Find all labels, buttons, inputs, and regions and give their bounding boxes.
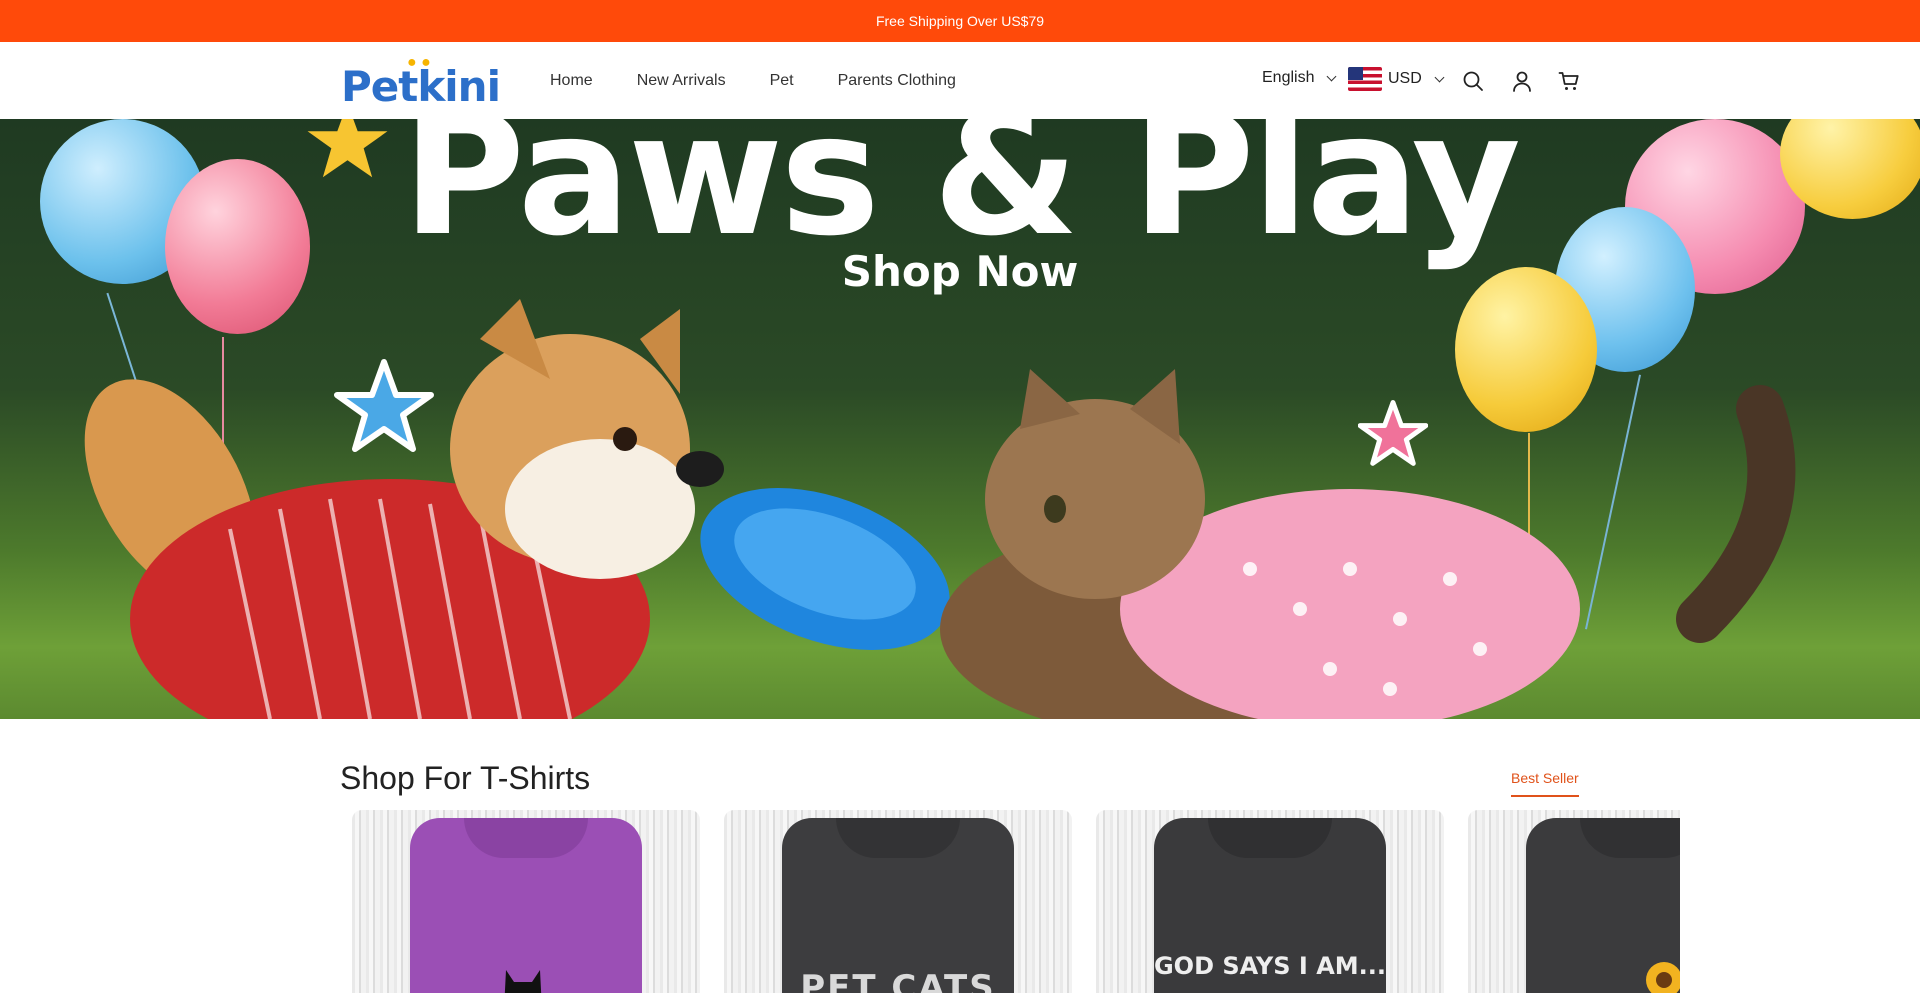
- nav-parents-clothing[interactable]: Parents Clothing: [838, 72, 956, 90]
- announcement-text: Free Shipping Over US$79: [875, 13, 1045, 29]
- cat-illustration: [940, 369, 1796, 719]
- account-icon[interactable]: [1511, 70, 1533, 92]
- site-header: ● ● Petkini Home New Arrivals Pet Parent…: [0, 42, 1920, 119]
- product-card[interactable]: PET CATS: [724, 810, 1072, 993]
- chevron-down-icon: [1327, 71, 1337, 81]
- tshirt-print-text: GOD SAYS I AM...: [1153, 952, 1387, 980]
- hero-title: Paws & Play: [401, 119, 1521, 273]
- sunflower-print-icon: [1646, 962, 1680, 993]
- us-flag-icon: [1348, 67, 1382, 91]
- cart-icon[interactable]: [1558, 70, 1580, 92]
- currency-selector[interactable]: USD: [1348, 67, 1445, 91]
- main-nav: Home New Arrivals Pet Parents Clothing: [550, 42, 1000, 119]
- product-card[interactable]: [352, 810, 700, 993]
- nav-pet[interactable]: Pet: [770, 72, 794, 90]
- search-icon[interactable]: [1462, 70, 1484, 92]
- cat-print-icon: [504, 970, 542, 993]
- logo-text: Petkini: [341, 62, 501, 111]
- section-title: Shop For T-Shirts: [340, 760, 591, 796]
- shop-now-link[interactable]: Shop Now: [0, 247, 1920, 296]
- chevron-down-icon: [1434, 72, 1445, 82]
- dog-illustration: [84, 299, 724, 719]
- product-carousel: PET CATS GOD SAYS I AM...: [352, 810, 1680, 993]
- tshirt-print-text: PET CATS: [800, 968, 996, 993]
- currency-label: USD: [1388, 70, 1422, 87]
- hero-banner[interactable]: Paws & Play Shop Now: [0, 119, 1920, 719]
- product-card[interactable]: [1468, 810, 1680, 993]
- logo[interactable]: ● ● Petkini: [341, 54, 501, 111]
- nav-home[interactable]: Home: [550, 72, 593, 90]
- nav-new-arrivals[interactable]: New Arrivals: [637, 72, 726, 90]
- product-card[interactable]: GOD SAYS I AM...: [1096, 810, 1444, 993]
- language-selector[interactable]: English: [1262, 69, 1337, 87]
- language-label: English: [1262, 69, 1315, 86]
- tab-best-seller[interactable]: Best Seller: [1511, 770, 1579, 797]
- announcement-bar: Free Shipping Over US$79: [0, 0, 1920, 42]
